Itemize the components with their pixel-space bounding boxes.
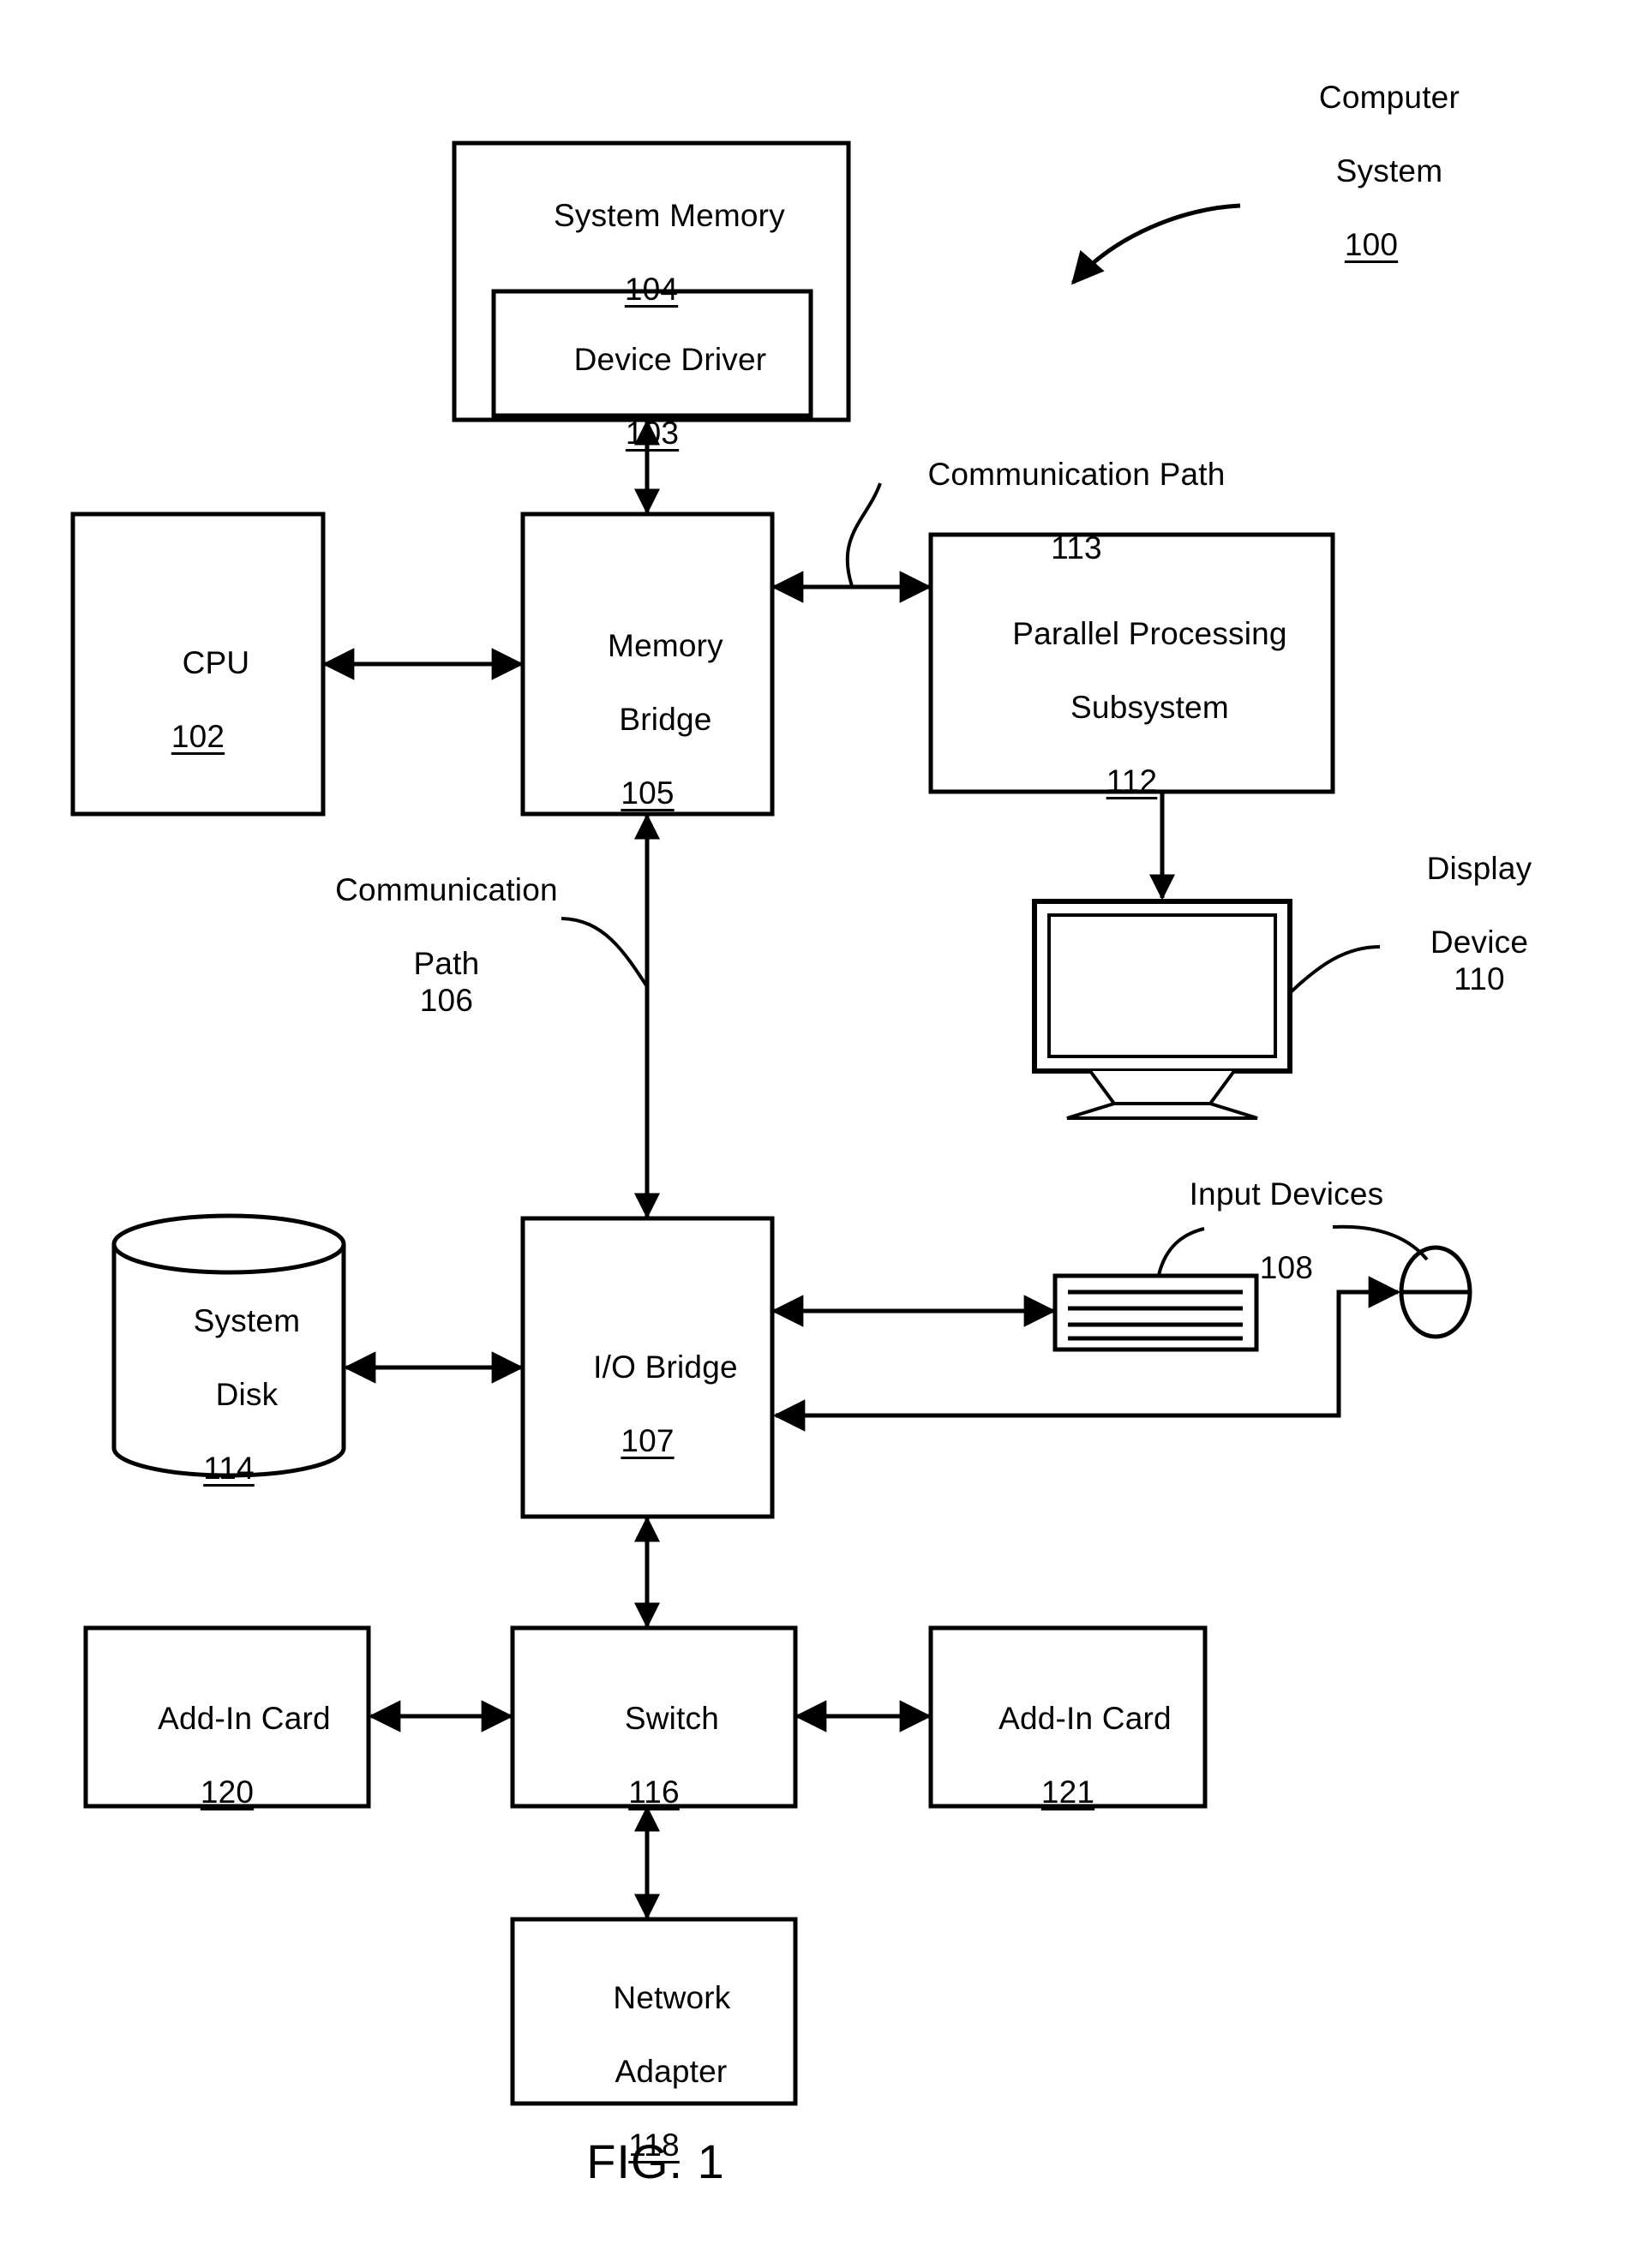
system-memory-number: 104 xyxy=(624,271,679,307)
memory-bridge-line1: Memory xyxy=(608,627,723,663)
monitor-icon xyxy=(1032,899,1292,1120)
computer-system-line2: System xyxy=(1335,153,1443,189)
network-adapter-line1: Network xyxy=(613,1979,731,2015)
memory-bridge-line2: Bridge xyxy=(619,701,712,737)
leader-computer-system xyxy=(1070,203,1241,285)
leader-communication-path-106 xyxy=(561,917,650,990)
memory-bridge-number: 105 xyxy=(621,775,675,811)
cpu-number: 102 xyxy=(171,718,225,754)
network-adapter-label: Network Adapter 118 xyxy=(513,1943,795,2237)
communication-path-113-line1: Communication Path xyxy=(927,456,1226,492)
add-in-card-120-number: 120 xyxy=(200,1774,255,1810)
add-in-card-120-title: Add-In Card xyxy=(158,1700,331,1736)
input-devices-title: Input Devices xyxy=(1189,1176,1384,1212)
add-in-card-120-label: Add-In Card 120 xyxy=(86,1664,369,1884)
display-device-line1: Display xyxy=(1426,850,1532,886)
system-memory-title: System Memory xyxy=(554,197,785,233)
system-disk-line1: System xyxy=(193,1302,301,1338)
device-driver-number: 103 xyxy=(625,415,680,451)
input-devices-label: Input Devices 108 xyxy=(1106,1140,1431,1324)
cpu-title: CPU xyxy=(182,644,250,680)
communication-path-106-line2: Path xyxy=(413,945,480,981)
network-adapter-line2: Adapter xyxy=(615,2053,728,2089)
io-bridge-title: I/O Bridge xyxy=(593,1349,738,1385)
parallel-processing-subsystem-label: Parallel Processing Subsystem 112 xyxy=(931,579,1333,873)
computer-system-line1: Computer xyxy=(1318,79,1460,115)
io-bridge-number: 107 xyxy=(621,1422,675,1458)
pps-number: 112 xyxy=(1106,763,1158,799)
add-in-card-121-number: 121 xyxy=(1040,1774,1095,1810)
communication-path-106-label: Communication Path 106 xyxy=(283,835,574,1056)
communication-path-113-number: 113 xyxy=(1051,530,1102,566)
pps-line1: Parallel Processing xyxy=(1012,615,1287,651)
communication-path-106-number: 106 xyxy=(419,982,474,1018)
input-devices-number: 108 xyxy=(1259,1249,1314,1285)
system-disk-number: 114 xyxy=(203,1450,255,1486)
patent-figure-1: Computer System 100 System Memory 104 De… xyxy=(0,0,1637,2268)
pps-line2: Subsystem xyxy=(1070,689,1229,725)
device-driver-label: Device Driver 103 xyxy=(494,305,811,525)
display-device-number: 110 xyxy=(1454,960,1505,996)
add-in-card-121-label: Add-In Card 121 xyxy=(931,1664,1205,1884)
communication-path-106-line1: Communication xyxy=(335,871,558,907)
switch-label: Switch 116 xyxy=(513,1664,795,1884)
switch-number: 116 xyxy=(628,1774,680,1810)
display-device-line2: Device xyxy=(1430,924,1529,960)
cpu-label: CPU 102 xyxy=(73,608,323,829)
system-disk-label: System Disk 114 xyxy=(114,1266,344,1560)
display-device-label: Display Device 110 xyxy=(1354,814,1568,1034)
figure-caption: FIG. 1 xyxy=(586,2134,725,2188)
device-driver-title: Device Driver xyxy=(573,341,767,377)
system-disk-line2: Disk xyxy=(215,1376,279,1412)
computer-system-callout: Computer System 100 xyxy=(1243,43,1500,337)
add-in-card-121-title: Add-In Card xyxy=(998,1700,1172,1736)
switch-title: Switch xyxy=(624,1700,720,1736)
communication-path-113-label: Communication Path 113 xyxy=(857,420,1260,604)
computer-system-number: 100 xyxy=(1344,226,1399,262)
io-bridge-label: I/O Bridge 107 xyxy=(514,1313,781,1533)
